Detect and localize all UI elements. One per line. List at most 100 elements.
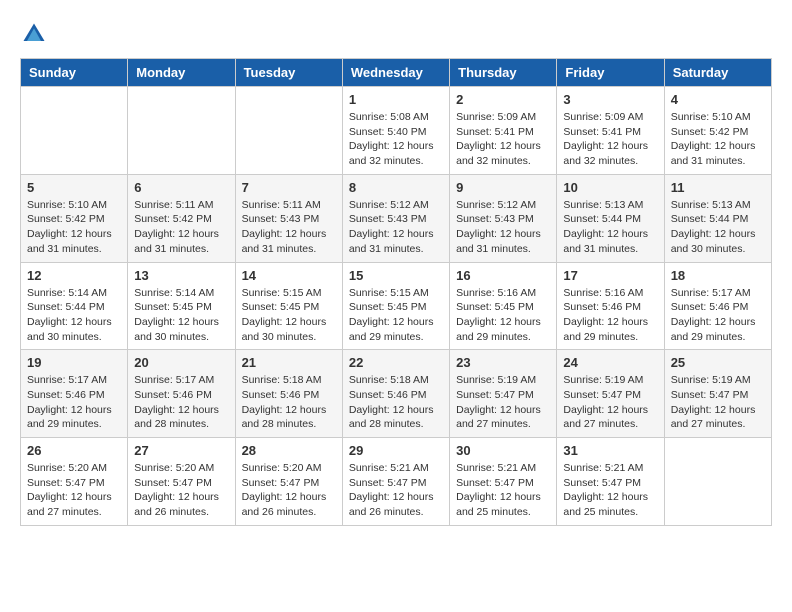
day-info: Sunrise: 5:15 AM Sunset: 5:45 PM Dayligh…: [242, 286, 336, 345]
day-info: Sunrise: 5:21 AM Sunset: 5:47 PM Dayligh…: [563, 461, 657, 520]
day-number: 24: [563, 355, 657, 370]
day-number: 7: [242, 180, 336, 195]
day-number: 5: [27, 180, 121, 195]
day-number: 16: [456, 268, 550, 283]
day-info: Sunrise: 5:20 AM Sunset: 5:47 PM Dayligh…: [27, 461, 121, 520]
day-info: Sunrise: 5:20 AM Sunset: 5:47 PM Dayligh…: [134, 461, 228, 520]
day-info: Sunrise: 5:21 AM Sunset: 5:47 PM Dayligh…: [456, 461, 550, 520]
weekday-header: Friday: [557, 59, 664, 87]
day-number: 23: [456, 355, 550, 370]
day-number: 14: [242, 268, 336, 283]
day-number: 31: [563, 443, 657, 458]
calendar-cell: 17 Sunrise: 5:16 AM Sunset: 5:46 PM Dayli…: [557, 262, 664, 350]
day-info: Sunrise: 5:14 AM Sunset: 5:44 PM Dayligh…: [27, 286, 121, 345]
calendar-cell: 14 Sunrise: 5:15 AM Sunset: 5:45 PM Dayli…: [235, 262, 342, 350]
calendar-cell: [128, 87, 235, 175]
day-number: 13: [134, 268, 228, 283]
day-info: Sunrise: 5:20 AM Sunset: 5:47 PM Dayligh…: [242, 461, 336, 520]
calendar-cell: 13Sunrise: 5:14 AM Sunset: 5:45 PM Dayli…: [128, 262, 235, 350]
calendar-header-row: SundayMondayTuesdayWednesdayThursdayFrid…: [21, 59, 772, 87]
calendar-week-row: 5Sunrise: 5:10 AM Sunset: 5:42 PM Daylig…: [21, 174, 772, 262]
weekday-header: Sunday: [21, 59, 128, 87]
calendar-cell: 6 Sunrise: 5:11 AM Sunset: 5:42 PM Daylig…: [128, 174, 235, 262]
day-info: Sunrise: 5:17 AM Sunset: 5:46 PM Dayligh…: [671, 286, 765, 345]
calendar-cell: 30Sunrise: 5:21 AM Sunset: 5:47 PM Dayli…: [450, 438, 557, 526]
calendar-cell: 7 Sunrise: 5:11 AM Sunset: 5:43 PM Daylig…: [235, 174, 342, 262]
day-number: 12: [27, 268, 121, 283]
day-number: 15: [349, 268, 443, 283]
calendar-cell: 28 Sunrise: 5:20 AM Sunset: 5:47 PM Dayli…: [235, 438, 342, 526]
calendar-table: SundayMondayTuesdayWednesdayThursdayFrid…: [20, 58, 772, 526]
weekday-header: Tuesday: [235, 59, 342, 87]
calendar-cell: 2 Sunrise: 5:09 AM Sunset: 5:41 PM Daylig…: [450, 87, 557, 175]
day-info: Sunrise: 5:13 AM Sunset: 5:44 PM Dayligh…: [563, 198, 657, 257]
logo: [20, 20, 52, 48]
day-number: 1: [349, 92, 443, 107]
calendar-cell: 10 Sunrise: 5:13 AM Sunset: 5:44 PM Dayli…: [557, 174, 664, 262]
day-number: 9: [456, 180, 550, 195]
day-number: 18: [671, 268, 765, 283]
day-number: 20: [134, 355, 228, 370]
day-info: Sunrise: 5:17 AM Sunset: 5:46 PM Dayligh…: [134, 373, 228, 432]
calendar-cell: 9 Sunrise: 5:12 AM Sunset: 5:43 PM Daylig…: [450, 174, 557, 262]
day-info: Sunrise: 5:19 AM Sunset: 5:47 PM Dayligh…: [671, 373, 765, 432]
day-number: 29: [349, 443, 443, 458]
calendar-cell: 15 Sunrise: 5:15 AM Sunset: 5:45 PM Dayli…: [342, 262, 449, 350]
calendar-cell: 1 Sunrise: 5:08 AM Sunset: 5:40 PM Daylig…: [342, 87, 449, 175]
calendar-cell: 16 Sunrise: 5:16 AM Sunset: 5:45 PM Dayli…: [450, 262, 557, 350]
day-number: 19: [27, 355, 121, 370]
day-number: 26: [27, 443, 121, 458]
calendar-cell: 22Sunrise: 5:18 AM Sunset: 5:46 PM Dayli…: [342, 350, 449, 438]
day-number: 6: [134, 180, 228, 195]
weekday-header: Saturday: [664, 59, 771, 87]
calendar-cell: 8 Sunrise: 5:12 AM Sunset: 5:43 PM Daylig…: [342, 174, 449, 262]
calendar-week-row: 1 Sunrise: 5:08 AM Sunset: 5:40 PM Daylig…: [21, 87, 772, 175]
day-info: Sunrise: 5:13 AM Sunset: 5:44 PM Dayligh…: [671, 198, 765, 257]
weekday-header: Monday: [128, 59, 235, 87]
day-info: Sunrise: 5:11 AM Sunset: 5:42 PM Dayligh…: [134, 198, 228, 257]
day-number: 11: [671, 180, 765, 195]
calendar-cell: [235, 87, 342, 175]
day-info: Sunrise: 5:09 AM Sunset: 5:41 PM Dayligh…: [563, 110, 657, 169]
day-number: 21: [242, 355, 336, 370]
day-number: 10: [563, 180, 657, 195]
calendar-cell: [21, 87, 128, 175]
day-info: Sunrise: 5:09 AM Sunset: 5:41 PM Dayligh…: [456, 110, 550, 169]
day-info: Sunrise: 5:12 AM Sunset: 5:43 PM Dayligh…: [349, 198, 443, 257]
page-header: [20, 20, 772, 48]
day-number: 3: [563, 92, 657, 107]
day-number: 28: [242, 443, 336, 458]
calendar-cell: [664, 438, 771, 526]
calendar-cell: 4 Sunrise: 5:10 AM Sunset: 5:42 PM Daylig…: [664, 87, 771, 175]
calendar-week-row: 26 Sunrise: 5:20 AM Sunset: 5:47 PM Dayli…: [21, 438, 772, 526]
day-info: Sunrise: 5:18 AM Sunset: 5:46 PM Dayligh…: [242, 373, 336, 432]
day-info: Sunrise: 5:19 AM Sunset: 5:47 PM Dayligh…: [456, 373, 550, 432]
calendar-week-row: 19 Sunrise: 5:17 AM Sunset: 5:46 PM Dayli…: [21, 350, 772, 438]
calendar-cell: 3 Sunrise: 5:09 AM Sunset: 5:41 PM Daylig…: [557, 87, 664, 175]
day-info: Sunrise: 5:15 AM Sunset: 5:45 PM Dayligh…: [349, 286, 443, 345]
day-info: Sunrise: 5:17 AM Sunset: 5:46 PM Dayligh…: [27, 373, 121, 432]
calendar-cell: 5Sunrise: 5:10 AM Sunset: 5:42 PM Daylig…: [21, 174, 128, 262]
day-info: Sunrise: 5:08 AM Sunset: 5:40 PM Dayligh…: [349, 110, 443, 169]
logo-icon: [20, 20, 48, 48]
day-info: Sunrise: 5:10 AM Sunset: 5:42 PM Dayligh…: [671, 110, 765, 169]
day-number: 4: [671, 92, 765, 107]
day-info: Sunrise: 5:12 AM Sunset: 5:43 PM Dayligh…: [456, 198, 550, 257]
calendar-cell: 20 Sunrise: 5:17 AM Sunset: 5:46 PM Dayli…: [128, 350, 235, 438]
calendar-cell: 24 Sunrise: 5:19 AM Sunset: 5:47 PM Dayli…: [557, 350, 664, 438]
calendar-cell: 25 Sunrise: 5:19 AM Sunset: 5:47 PM Dayli…: [664, 350, 771, 438]
calendar-week-row: 12 Sunrise: 5:14 AM Sunset: 5:44 PM Dayli…: [21, 262, 772, 350]
day-info: Sunrise: 5:11 AM Sunset: 5:43 PM Dayligh…: [242, 198, 336, 257]
day-number: 25: [671, 355, 765, 370]
calendar-cell: 26 Sunrise: 5:20 AM Sunset: 5:47 PM Dayli…: [21, 438, 128, 526]
calendar-cell: 27Sunrise: 5:20 AM Sunset: 5:47 PM Dayli…: [128, 438, 235, 526]
calendar-cell: 11 Sunrise: 5:13 AM Sunset: 5:44 PM Dayli…: [664, 174, 771, 262]
day-number: 2: [456, 92, 550, 107]
day-info: Sunrise: 5:18 AM Sunset: 5:46 PM Dayligh…: [349, 373, 443, 432]
day-info: Sunrise: 5:19 AM Sunset: 5:47 PM Dayligh…: [563, 373, 657, 432]
day-info: Sunrise: 5:16 AM Sunset: 5:45 PM Dayligh…: [456, 286, 550, 345]
calendar-cell: 21 Sunrise: 5:18 AM Sunset: 5:46 PM Dayli…: [235, 350, 342, 438]
day-info: Sunrise: 5:16 AM Sunset: 5:46 PM Dayligh…: [563, 286, 657, 345]
day-number: 17: [563, 268, 657, 283]
day-number: 8: [349, 180, 443, 195]
